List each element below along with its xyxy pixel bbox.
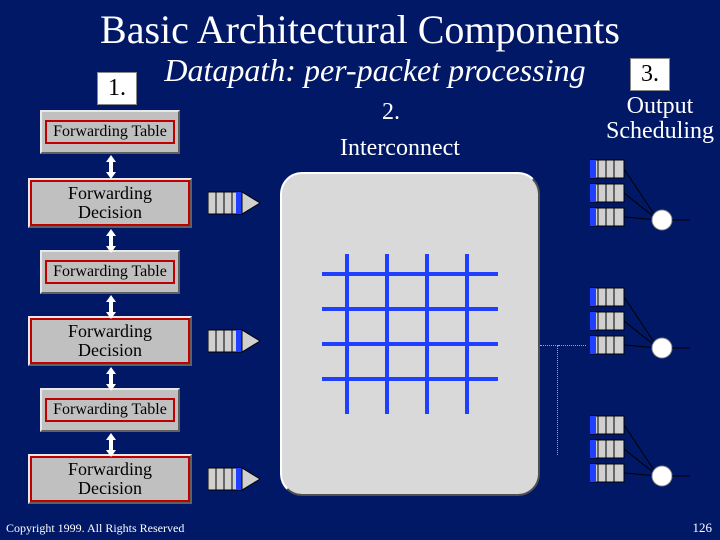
arrow-icon <box>104 229 118 253</box>
crossbar-grid-icon <box>322 254 498 414</box>
dotted-connector-icon <box>558 345 586 346</box>
number-2: 2. <box>382 100 400 125</box>
slide-title: Basic Architectural Components <box>0 0 720 53</box>
number-1: 1. <box>97 72 137 105</box>
output-queue-icon <box>590 414 690 504</box>
arrow-icon <box>104 433 118 457</box>
slide-subtitle: Datapath: per-packet processing <box>150 52 600 89</box>
forwarding-decision-3-label: Forwarding Decision <box>30 456 190 502</box>
buffer-icon <box>208 326 260 356</box>
arrow-icon <box>104 155 118 179</box>
arrow-icon <box>104 295 118 319</box>
buffer-icon <box>208 464 260 494</box>
buffer-icon <box>208 188 260 218</box>
output-queue-icon <box>590 286 690 376</box>
page-number: 126 <box>693 520 713 536</box>
forwarding-decision-2: Forwarding Decision <box>28 316 192 366</box>
forwarding-table-3: Forwarding Table <box>40 388 180 432</box>
output-scheduling-label: Output Scheduling <box>595 94 720 144</box>
interconnect-label: Interconnect <box>340 136 460 161</box>
forwarding-table-1-label: Forwarding Table <box>45 120 175 145</box>
forwarding-table-2: Forwarding Table <box>40 250 180 294</box>
forwarding-decision-2-label: Forwarding Decision <box>30 318 190 364</box>
copyright-footer: Copyright 1999. All Rights Reserved <box>6 521 184 536</box>
forwarding-decision-3: Forwarding Decision <box>28 454 192 504</box>
forwarding-decision-1-label: Forwarding Decision <box>30 180 190 226</box>
forwarding-table-3-label: Forwarding Table <box>45 398 175 423</box>
output-queue-icon <box>590 158 690 248</box>
dotted-connector-icon <box>540 345 558 455</box>
forwarding-decision-1: Forwarding Decision <box>28 178 192 228</box>
forwarding-table-1: Forwarding Table <box>40 110 180 154</box>
forwarding-table-2-label: Forwarding Table <box>45 260 175 285</box>
arrow-icon <box>104 367 118 391</box>
number-3: 3. <box>630 58 670 91</box>
